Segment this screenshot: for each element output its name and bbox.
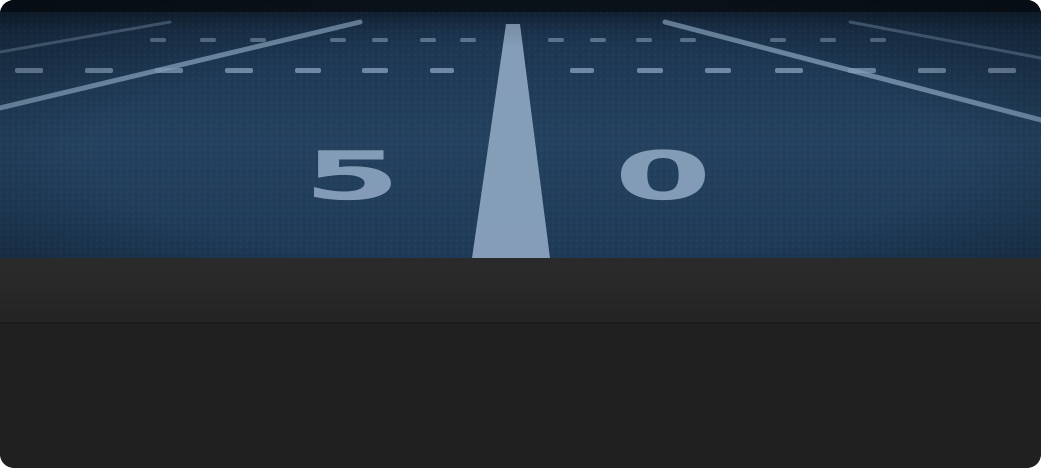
hero-card: 5 0	[0, 0, 1041, 468]
header-band	[0, 258, 1041, 324]
football-field-graphic: 5 0	[0, 0, 1041, 258]
hero-image-football-field: 5 0	[0, 0, 1041, 258]
hero-vignette	[0, 0, 1041, 258]
content-area	[0, 324, 1041, 468]
